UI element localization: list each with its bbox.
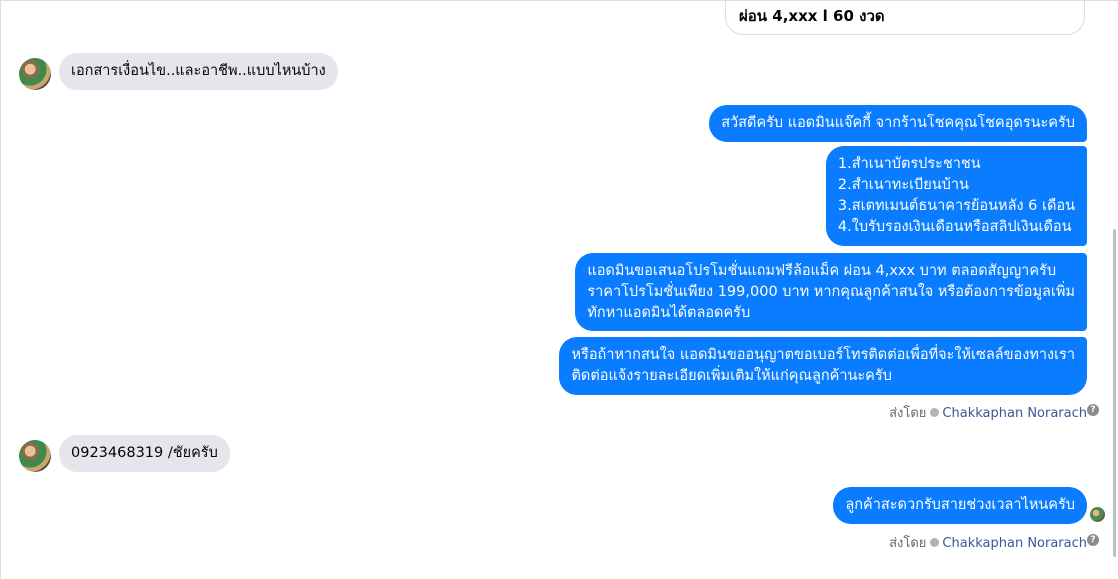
message-line: แอดมินขอเสนอโปรโมชั่นแถมฟรีล้อแม็ค ผ่อน … bbox=[587, 263, 1057, 279]
check-icon bbox=[930, 538, 940, 547]
help-icon[interactable]: ? bbox=[1087, 534, 1099, 546]
help-icon[interactable]: ? bbox=[1087, 404, 1099, 416]
customer-avatar[interactable] bbox=[19, 58, 51, 90]
message-incoming[interactable]: 0923468319 /ชัยครับ bbox=[59, 435, 230, 472]
customer-avatar[interactable] bbox=[19, 440, 51, 472]
message-outgoing[interactable]: หรือถ้าหากสนใจ แอดมินขออนุญาตขอเบอร์โทรต… bbox=[559, 337, 1087, 395]
sender-name-link[interactable]: Chakkaphan Norarach bbox=[942, 536, 1087, 551]
message-outgoing[interactable]: 1.สำเนาบัตรประชาชน 2.สำเนาทะเบียนบ้าน 3.… bbox=[825, 146, 1087, 246]
message-line: 4.ใบรับรองเงินเดือนหรือสลิปเงินเดือน bbox=[837, 219, 1072, 235]
message-text: ลูกค้าสะดวกรับสายช่วงเวลาไหนครับ bbox=[845, 497, 1075, 513]
message-line: หรือถ้าหากสนใจ แอดมินขออนุญาตขอเบอร์โทรต… bbox=[571, 347, 1075, 363]
seen-avatar-icon bbox=[1090, 507, 1105, 522]
message-line: 2.สำเนาทะเบียนบ้าน bbox=[837, 177, 969, 193]
message-line: 3.สเตทเมนต์ธนาคารย้อนหลัง 6 เดือน bbox=[837, 198, 1075, 214]
message-text: เอกสารเงื่อนไข..และอาชีพ..แบบไหนบ้าง bbox=[71, 63, 326, 79]
sender-name-link[interactable]: Chakkaphan Norarach bbox=[942, 406, 1087, 421]
message-text: สวัสดีครับ แอดมินแจ๊คกี้ จากร้านโชคคุณโช… bbox=[721, 115, 1075, 131]
chat-thread: ผ่อน 4,xxx l 60 งวด เอกสารเงื่อนไข..และอ… bbox=[0, 0, 1118, 579]
message-outgoing[interactable]: ลูกค้าสะดวกรับสายช่วงเวลาไหนครับ bbox=[833, 487, 1087, 524]
sent-by-prefix: ส่งโดย bbox=[889, 406, 927, 421]
sent-by-label: ส่งโดย Chakkaphan Norarach bbox=[889, 402, 1087, 423]
message-line: 1.สำเนาบัตรประชาชน bbox=[837, 156, 981, 172]
message-incoming[interactable]: เอกสารเงื่อนไข..และอาชีพ..แบบไหนบ้าง bbox=[59, 53, 338, 90]
message-outgoing[interactable]: แอดมินขอเสนอโปรโมชั่นแถมฟรีล้อแม็ค ผ่อน … bbox=[575, 253, 1087, 331]
product-card[interactable]: ผ่อน 4,xxx l 60 งวด bbox=[725, 1, 1085, 35]
sent-by-prefix: ส่งโดย bbox=[889, 536, 927, 551]
panel-border bbox=[0, 1, 1, 579]
message-text: 0923468319 /ชัยครับ bbox=[71, 445, 218, 461]
message-line: ทักหาแอดมินได้ตลอดครับ bbox=[587, 305, 751, 321]
product-card-text: ผ่อน 4,xxx l 60 งวด bbox=[739, 7, 885, 25]
scrollbar-thumb[interactable] bbox=[1113, 229, 1116, 557]
message-outgoing[interactable]: สวัสดีครับ แอดมินแจ๊คกี้ จากร้านโชคคุณโช… bbox=[709, 105, 1087, 142]
message-line: ติดต่อแจ้งรายละเอียดเพิ่มเติมให้แก่คุณลู… bbox=[571, 368, 892, 384]
check-icon bbox=[930, 408, 940, 417]
message-line: ราคาโปรโมชั่นเพียง 199,000 บาท หากคุณลูก… bbox=[587, 284, 1075, 300]
sent-by-label: ส่งโดย Chakkaphan Norarach bbox=[889, 532, 1087, 553]
